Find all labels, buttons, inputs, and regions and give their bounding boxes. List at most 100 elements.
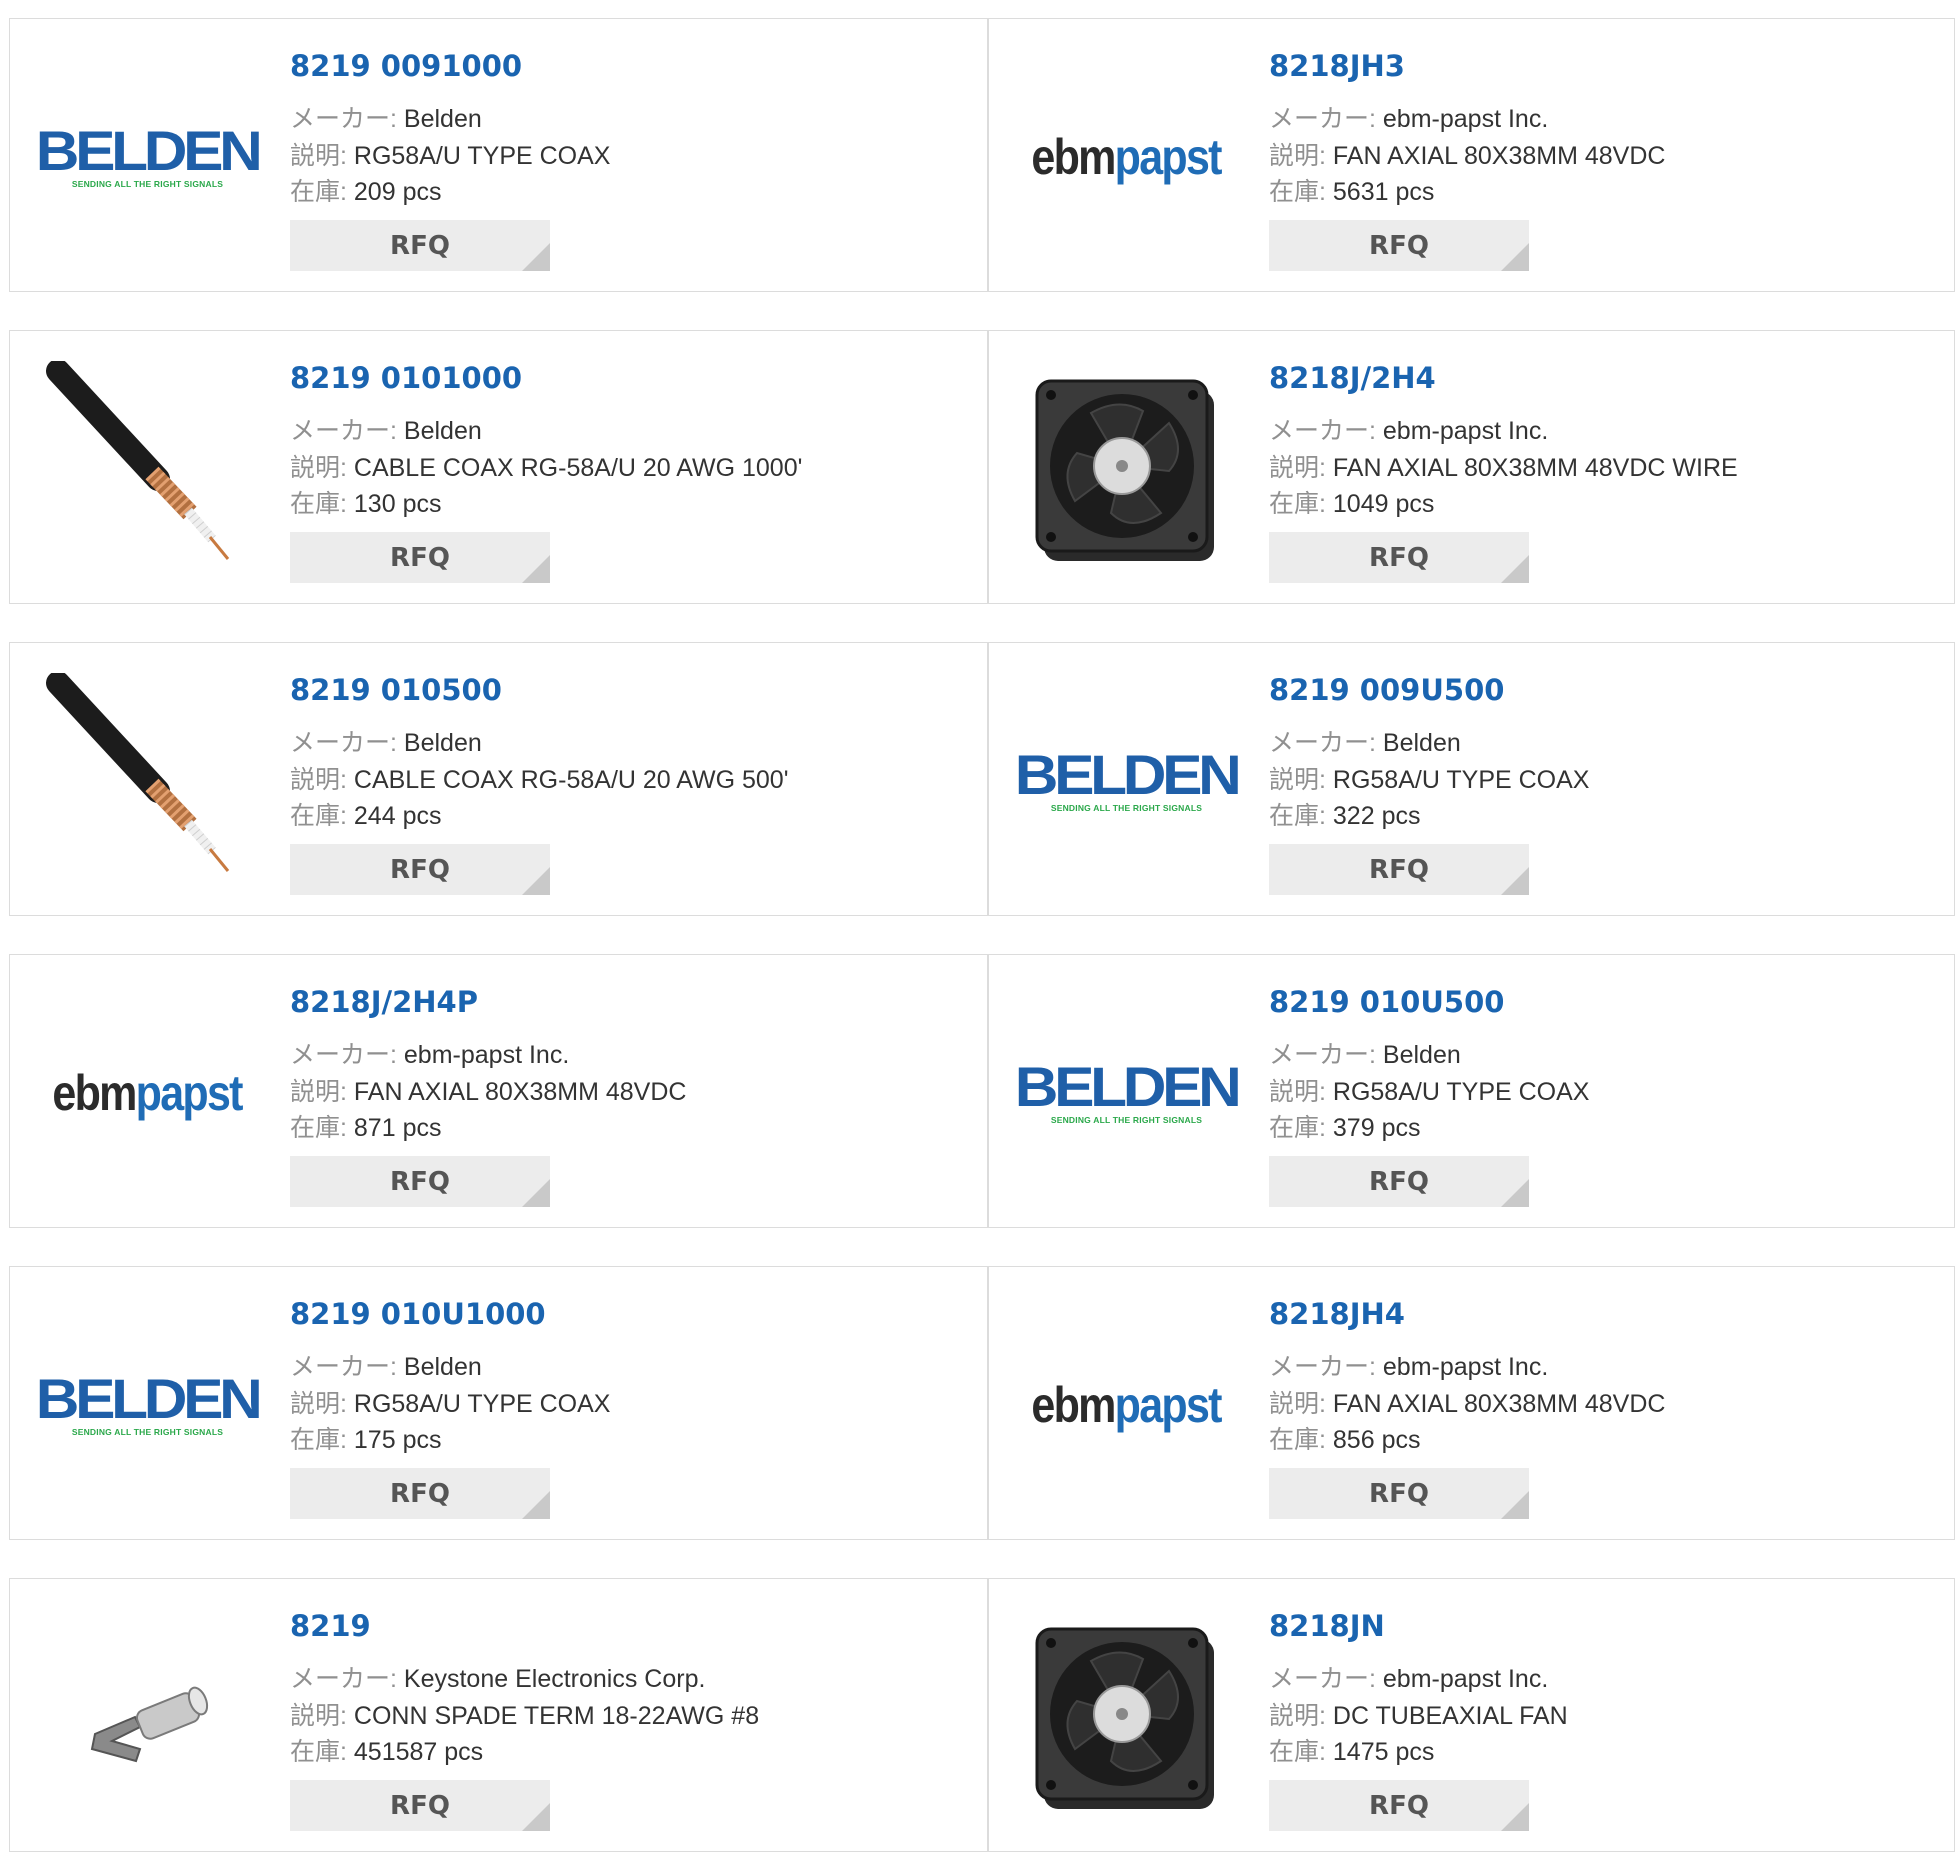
part-number-link[interactable]: 8218JH3 bbox=[1269, 49, 1405, 83]
manufacturer-row: メーカー: Belden bbox=[290, 1347, 482, 1383]
product-card: BELDEN SENDING ALL THE RIGHT SIGNALS 821… bbox=[10, 1267, 987, 1539]
rfq-button[interactable]: RFQ bbox=[1269, 220, 1529, 271]
description-row: 説明: RG58A/U TYPE COAX bbox=[290, 136, 610, 172]
manufacturer-label: メーカー: bbox=[1269, 417, 1376, 445]
manufacturer-row: メーカー: ebm-papst Inc. bbox=[1269, 411, 1548, 447]
description-label: 説明: bbox=[1269, 454, 1326, 482]
description-row: 説明: FAN AXIAL 80X38MM 48VDC bbox=[1269, 136, 1665, 172]
rfq-button[interactable]: RFQ bbox=[1269, 844, 1529, 895]
product-row: 8219 メーカー: Keystone Electronics Corp. 説明… bbox=[9, 1578, 1955, 1852]
stock-label: 在庫: bbox=[1269, 1738, 1326, 1766]
rfq-label: RFQ bbox=[1369, 854, 1429, 885]
rfq-button[interactable]: RFQ bbox=[1269, 1780, 1529, 1831]
part-number-link[interactable]: 8218JN bbox=[1269, 1609, 1385, 1643]
coax-cable-icon bbox=[46, 673, 230, 872]
rfq-label: RFQ bbox=[390, 542, 450, 573]
manufacturer-label: メーカー: bbox=[1269, 1665, 1376, 1693]
description-value: RG58A/U TYPE COAX bbox=[353, 142, 611, 170]
part-number-link[interactable]: 8219 010500 bbox=[290, 673, 502, 707]
rfq-button[interactable]: RFQ bbox=[290, 1156, 550, 1207]
stock-value: 1049 pcs bbox=[1332, 490, 1435, 518]
rfq-button[interactable]: RFQ bbox=[290, 220, 550, 271]
rfq-corner-triangle bbox=[522, 243, 550, 271]
rfq-button[interactable]: RFQ bbox=[1269, 1156, 1529, 1207]
rfq-button[interactable]: RFQ bbox=[290, 844, 550, 895]
manufacturer-label: メーカー: bbox=[1269, 1353, 1376, 1381]
product-thumbnail[interactable] bbox=[1019, 1609, 1234, 1824]
stock-value: 209 pcs bbox=[353, 178, 442, 206]
manufacturer-row: メーカー: ebm-papst Inc. bbox=[1269, 99, 1548, 135]
rfq-corner-triangle bbox=[1501, 1179, 1529, 1207]
part-number-link[interactable]: 8219 010U500 bbox=[1269, 985, 1504, 1019]
rfq-label: RFQ bbox=[1369, 1166, 1429, 1197]
rfq-button[interactable]: RFQ bbox=[290, 1468, 550, 1519]
manufacturer-value: ebm-papst Inc. bbox=[1382, 417, 1549, 445]
description-row: 説明: RG58A/U TYPE COAX bbox=[1269, 1072, 1589, 1108]
ebmpapst-logo-papst: papst bbox=[1115, 1376, 1223, 1433]
description-row: 説明: CONN SPADE TERM 18-22AWG #8 bbox=[290, 1696, 759, 1732]
manufacturer-value: ebm-papst Inc. bbox=[1382, 1665, 1549, 1693]
part-number-link[interactable]: 8218JH4 bbox=[1269, 1297, 1405, 1331]
ebmpapst-logo: ebmpapst bbox=[1032, 1376, 1223, 1434]
part-number-link[interactable]: 8219 0091000 bbox=[290, 49, 522, 83]
description-row: 説明: FAN AXIAL 80X38MM 48VDC bbox=[1269, 1384, 1665, 1420]
belden-logo: BELDEN SENDING ALL THE RIGHT SIGNALS bbox=[36, 123, 263, 190]
description-label: 説明: bbox=[290, 1390, 347, 1418]
product-thumbnail[interactable] bbox=[40, 1609, 255, 1824]
spade-terminal-icon bbox=[90, 1686, 209, 1763]
rfq-label: RFQ bbox=[390, 854, 450, 885]
rfq-corner-triangle bbox=[1501, 243, 1529, 271]
description-value: CONN SPADE TERM 18-22AWG #8 bbox=[353, 1702, 760, 1730]
rfq-button[interactable]: RFQ bbox=[1269, 532, 1529, 583]
manufacturer-row: メーカー: Keystone Electronics Corp. bbox=[290, 1659, 705, 1695]
rfq-label: RFQ bbox=[390, 230, 450, 261]
product-card: 8219 010500 メーカー: Belden 説明: CABLE COAX … bbox=[10, 643, 987, 915]
rfq-label: RFQ bbox=[1369, 542, 1429, 573]
rfq-label: RFQ bbox=[1369, 1790, 1429, 1821]
product-thumbnail[interactable]: BELDEN SENDING ALL THE RIGHT SIGNALS bbox=[36, 1297, 263, 1512]
part-number-link[interactable]: 8218J/2H4 bbox=[1269, 361, 1436, 395]
rfq-button[interactable]: RFQ bbox=[290, 532, 550, 583]
rfq-label: RFQ bbox=[390, 1166, 450, 1197]
part-number-link[interactable]: 8219 0101000 bbox=[290, 361, 522, 395]
stock-value: 856 pcs bbox=[1332, 1426, 1421, 1454]
description-value: CABLE COAX RG-58A/U 20 AWG 500' bbox=[353, 766, 789, 794]
description-value: FAN AXIAL 80X38MM 48VDC bbox=[353, 1078, 687, 1106]
rfq-corner-triangle bbox=[522, 1491, 550, 1519]
rfq-corner-triangle bbox=[522, 555, 550, 583]
product-row: 8219 0101000 メーカー: Belden 説明: CABLE COAX… bbox=[9, 330, 1955, 604]
product-thumbnail[interactable]: BELDEN SENDING ALL THE RIGHT SIGNALS bbox=[1015, 985, 1242, 1200]
rfq-button[interactable]: RFQ bbox=[1269, 1468, 1529, 1519]
description-row: 説明: RG58A/U TYPE COAX bbox=[290, 1384, 610, 1420]
part-number-link[interactable]: 8219 bbox=[290, 1609, 371, 1643]
manufacturer-value: Belden bbox=[403, 1353, 482, 1381]
manufacturer-value: Belden bbox=[1382, 1041, 1461, 1069]
description-label: 説明: bbox=[290, 1078, 347, 1106]
product-thumbnail[interactable] bbox=[40, 673, 255, 888]
product-thumbnail[interactable]: ebmpapst bbox=[1019, 1297, 1234, 1512]
part-number-link[interactable]: 8219 009U500 bbox=[1269, 673, 1504, 707]
stock-row: 在庫: 1475 pcs bbox=[1269, 1732, 1434, 1768]
part-number-link[interactable]: 8218J/2H4P bbox=[290, 985, 478, 1019]
product-thumbnail[interactable]: ebmpapst bbox=[40, 985, 255, 1200]
manufacturer-value: ebm-papst Inc. bbox=[403, 1041, 570, 1069]
description-label: 説明: bbox=[290, 766, 347, 794]
rfq-label: RFQ bbox=[390, 1478, 450, 1509]
product-thumbnail[interactable] bbox=[1019, 361, 1234, 576]
stock-value: 451587 pcs bbox=[353, 1738, 484, 1766]
manufacturer-value: Belden bbox=[403, 729, 482, 757]
rfq-button[interactable]: RFQ bbox=[290, 1780, 550, 1831]
description-row: 説明: CABLE COAX RG-58A/U 20 AWG 500' bbox=[290, 760, 788, 796]
manufacturer-row: メーカー: Belden bbox=[1269, 723, 1461, 759]
stock-value: 379 pcs bbox=[1332, 1114, 1421, 1142]
belden-logo: BELDEN SENDING ALL THE RIGHT SIGNALS bbox=[36, 1371, 263, 1438]
product-thumbnail[interactable] bbox=[40, 361, 255, 576]
manufacturer-label: メーカー: bbox=[1269, 729, 1376, 757]
stock-label: 在庫: bbox=[290, 178, 347, 206]
product-thumbnail[interactable]: BELDEN SENDING ALL THE RIGHT SIGNALS bbox=[1015, 673, 1242, 888]
product-thumbnail[interactable]: ebmpapst bbox=[1019, 49, 1234, 264]
product-thumbnail[interactable]: BELDEN SENDING ALL THE RIGHT SIGNALS bbox=[36, 49, 263, 264]
rfq-corner-triangle bbox=[1501, 867, 1529, 895]
description-value: RG58A/U TYPE COAX bbox=[1332, 766, 1590, 794]
part-number-link[interactable]: 8219 010U1000 bbox=[290, 1297, 546, 1331]
